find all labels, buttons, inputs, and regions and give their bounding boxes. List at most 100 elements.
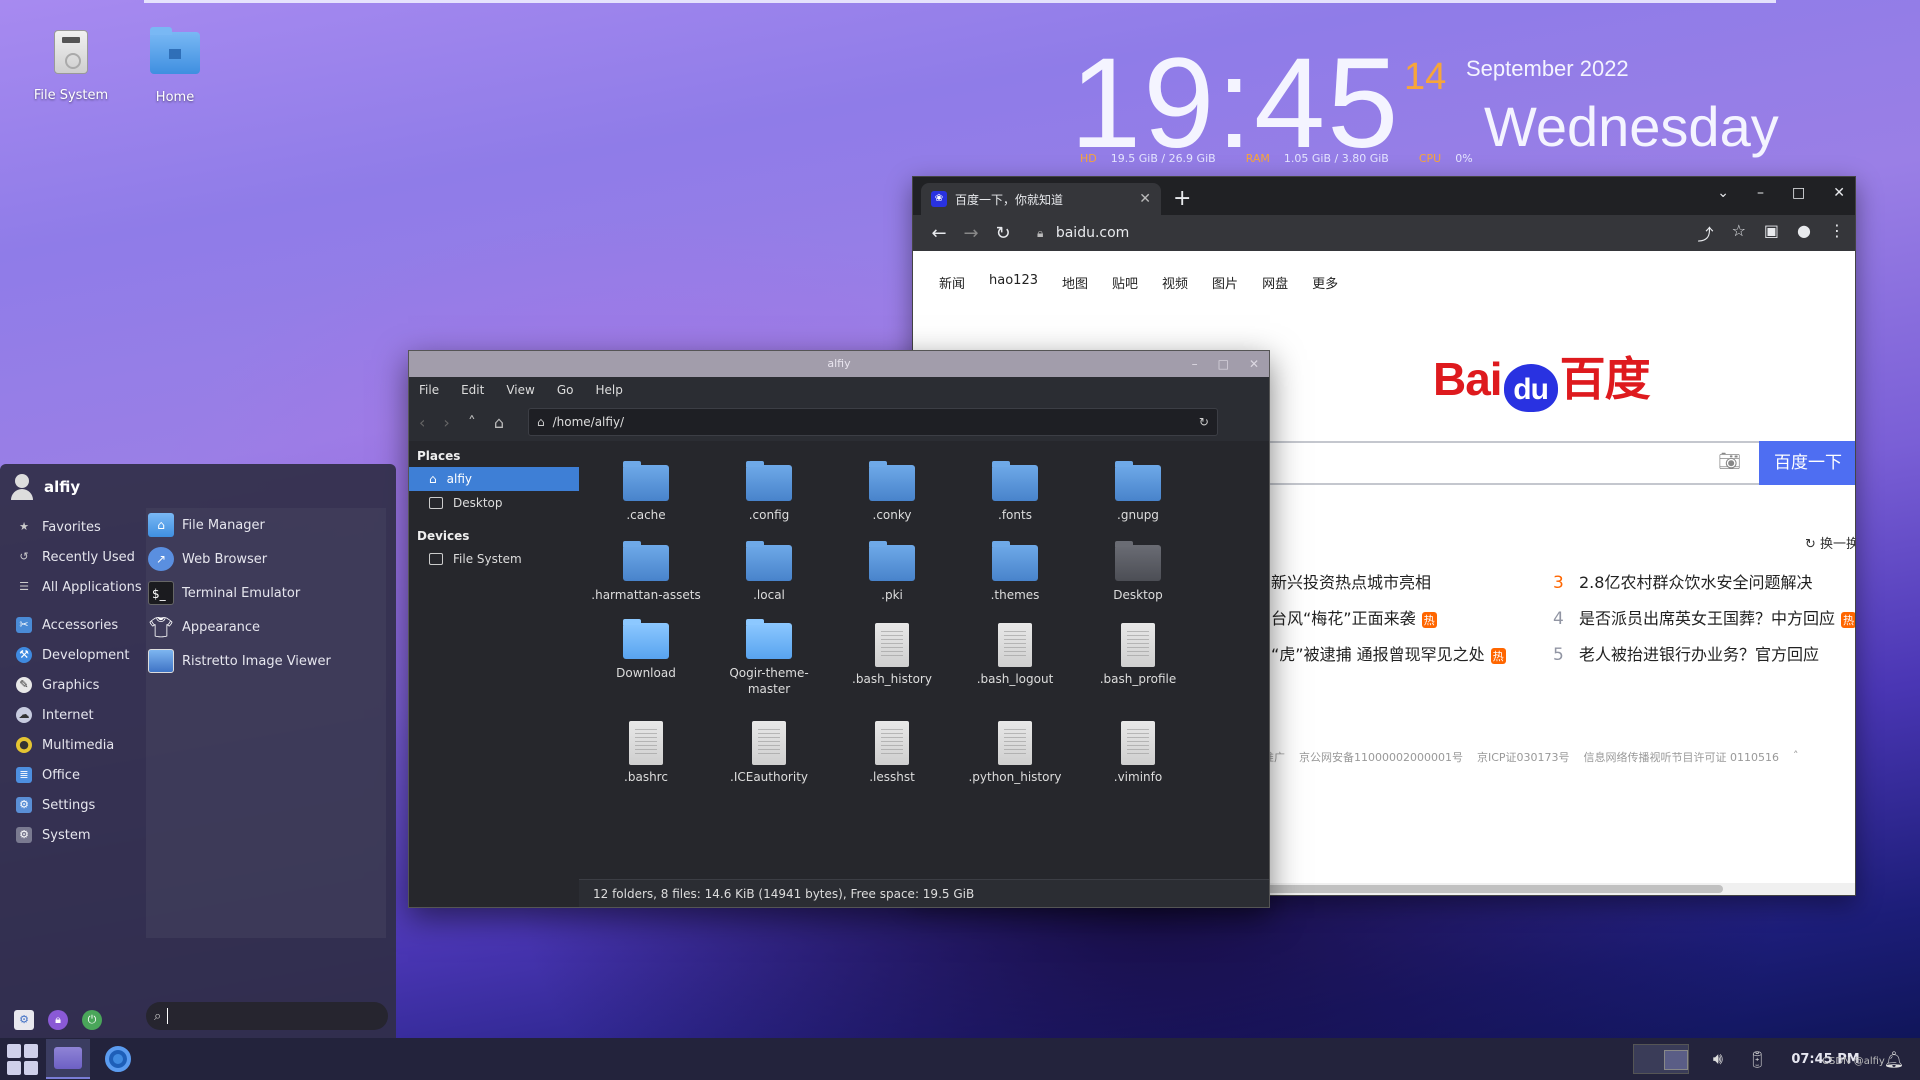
bookmark-star-icon[interactable]: ☆ (1732, 221, 1746, 245)
close-icon[interactable]: ✕ (1833, 185, 1845, 201)
hot-item[interactable]: 4 是否派员出席英女王国葬？中方回应热 (1553, 605, 1855, 629)
footer-link[interactable]: 京ICP证030173号 (1477, 749, 1570, 765)
close-icon[interactable]: ✕ (1249, 351, 1259, 377)
category-system[interactable]: ⚙ System (0, 820, 142, 850)
tab-search-icon[interactable]: ⌄ (1717, 185, 1729, 201)
top-link-map[interactable]: 地图 (1062, 273, 1088, 292)
app-web-browser[interactable]: ↗ Web Browser (146, 542, 386, 576)
file-item[interactable]: .bash_profile (1083, 623, 1193, 687)
back-icon[interactable]: ‹ (419, 413, 425, 432)
share-icon[interactable]: ⤴ (1698, 221, 1714, 245)
location-bar[interactable]: ⌂ /home/alfiy/ ↻ (527, 408, 1218, 436)
desktop-icon-home[interactable]: Home (120, 26, 230, 105)
menu-go[interactable]: Go (557, 383, 574, 397)
folder-item[interactable]: .harmattan-assets (591, 541, 701, 603)
app-terminal-emulator[interactable]: $_ Terminal Emulator (146, 576, 386, 610)
address-bar[interactable]: 🔒︎ baidu.com (1037, 225, 1129, 241)
folder-item[interactable]: .cache (591, 461, 701, 523)
browser-tab[interactable]: ❀ 百度一下，你就知道 ✕ (921, 183, 1161, 215)
top-link-pan[interactable]: 网盘 (1262, 273, 1288, 292)
fm-icon-view[interactable]: .cache .config .conky .fonts .gnupg .harmatta… (579, 441, 1269, 879)
menu-help[interactable]: Help (595, 383, 622, 397)
file-item[interactable]: .viminfo (1083, 721, 1193, 785)
category-favorites[interactable]: ★ Favorites (0, 512, 142, 542)
reload-icon[interactable]: ↻ (987, 223, 1019, 244)
category-recently-used[interactable]: ↺ Recently Used (0, 542, 142, 572)
folder-item[interactable]: .themes (960, 541, 1070, 603)
application-menu[interactable]: alfiy ★ Favorites ↺ Recently Used ☰ All App… (0, 464, 396, 1038)
category-development[interactable]: ⚒ Development (0, 640, 142, 670)
profile-icon[interactable]: ● (1797, 221, 1811, 245)
category-internet[interactable]: ☁ Internet (0, 700, 142, 730)
footer-link[interactable]: 京公网安备11000002000001号 (1299, 749, 1463, 765)
fm-titlebar[interactable]: alfiy – □ ✕ (409, 351, 1269, 377)
baidu-search-button[interactable]: 百度一下 (1759, 441, 1855, 485)
hot-refresh[interactable]: ↻ 换一换 (1805, 533, 1855, 552)
menu-view[interactable]: View (506, 383, 534, 397)
hot-item[interactable]: 新兴投资热点城市亮相 (1271, 569, 1431, 593)
workspace-switcher[interactable] (1632, 1044, 1689, 1074)
sidebar-item-alfiy[interactable]: ⌂ alfiy (409, 467, 579, 491)
hot-item[interactable]: 3 2.8亿农村群众饮水安全问题解决 (1553, 569, 1812, 593)
reload-icon[interactable]: ↻ (1199, 415, 1209, 429)
settings-manager-icon[interactable]: ⚙ (14, 1010, 34, 1030)
chevron-up-icon[interactable]: ˄ (1793, 749, 1799, 765)
parent-folder-icon[interactable]: ˄ (468, 413, 476, 432)
baidu-search-input[interactable]: 📷︎ (1253, 441, 1759, 485)
forward-icon[interactable]: › (443, 413, 449, 432)
file-manager-window[interactable]: alfiy – □ ✕ File Edit View Go Help ‹ › ˄… (408, 350, 1270, 908)
menu-edit[interactable]: Edit (461, 383, 484, 397)
sidebar-item-desktop[interactable]: Desktop (409, 491, 579, 515)
sidebar-item-file-system[interactable]: File System (409, 547, 579, 571)
more-menu-icon[interactable]: ⋮ (1829, 221, 1845, 245)
tab-close-icon[interactable]: ✕ (1139, 191, 1151, 207)
category-settings[interactable]: ⚙ Settings (0, 790, 142, 820)
category-office[interactable]: ≣ Office (0, 760, 142, 790)
app-grid-icon[interactable] (4, 1041, 40, 1077)
file-item[interactable]: .bashrc (591, 721, 701, 785)
home-icon[interactable]: ⌂ (494, 413, 504, 432)
hot-item[interactable]: 5 老人被抬进银行办业务？官方回应 (1553, 641, 1819, 665)
file-item[interactable]: .bash_logout (960, 623, 1070, 687)
maximize-icon[interactable]: □ (1792, 185, 1805, 201)
volume-icon[interactable]: 🔊︎ (1713, 1049, 1723, 1069)
new-tab-icon[interactable]: + (1173, 186, 1191, 211)
category-all-applications[interactable]: ☰ All Applications (0, 572, 142, 602)
folder-item[interactable]: .local (714, 541, 824, 603)
taskbar-file-manager[interactable] (46, 1039, 90, 1079)
desktop-icon-file-system[interactable]: File System (16, 26, 126, 103)
forward-icon[interactable]: → (955, 223, 987, 244)
category-graphics[interactable]: ✎ Graphics (0, 670, 142, 700)
folder-item[interactable]: .config (714, 461, 824, 523)
top-link-more[interactable]: 更多 (1312, 273, 1338, 292)
file-item[interactable]: .bash_history (837, 623, 947, 687)
app-appearance[interactable]: 👕︎ Appearance (146, 610, 386, 644)
top-link-tieba[interactable]: 贴吧 (1112, 273, 1138, 292)
logout-icon[interactable]: ⏻ (82, 1010, 102, 1030)
top-link-news[interactable]: 新闻 (939, 273, 965, 292)
top-link-video[interactable]: 视频 (1162, 273, 1188, 292)
power-icon[interactable]: 🔋︎ (1747, 1050, 1767, 1069)
top-link-images[interactable]: 图片 (1212, 273, 1238, 292)
hot-item[interactable]: “虎”被逮捕 通报曾现罕见之处热 (1271, 641, 1506, 665)
minimize-icon[interactable]: – (1192, 351, 1198, 377)
app-ristretto-image-viewer[interactable]: Ristretto Image Viewer (146, 644, 386, 678)
footer-link[interactable]: 信息网络传播视听节目许可证 0110516 (1584, 749, 1780, 765)
back-icon[interactable]: ← (923, 223, 955, 244)
top-link-hao123[interactable]: hao123 (989, 273, 1038, 292)
taskbar-chromium[interactable] (96, 1039, 140, 1079)
folder-item[interactable]: .conky (837, 461, 947, 523)
maximize-icon[interactable]: □ (1218, 351, 1229, 377)
side-panel-icon[interactable]: ▣ (1764, 221, 1779, 245)
file-item[interactable]: .lesshst (837, 721, 947, 785)
folder-item[interactable]: .fonts (960, 461, 1070, 523)
menu-search-input[interactable]: ⌕ (146, 1002, 388, 1030)
menu-file[interactable]: File (419, 383, 439, 397)
camera-icon[interactable]: 📷︎ (1718, 451, 1741, 472)
folder-item[interactable]: Qogir-theme-master (714, 619, 824, 697)
scrollbar-thumb[interactable] (1253, 885, 1723, 893)
folder-item[interactable]: Download (591, 619, 701, 681)
file-item[interactable]: .ICEauthority (714, 721, 824, 785)
app-file-manager[interactable]: ⌂ File Manager (146, 508, 386, 542)
hot-item[interactable]: 台风“梅花”正面来袭热 (1271, 605, 1437, 629)
